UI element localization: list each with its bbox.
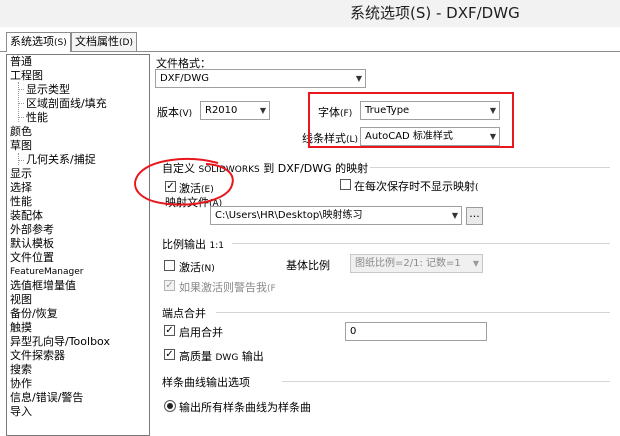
scale-output-group-line [232,243,610,244]
version-label-text: 版本 [157,106,179,119]
tree-item-general[interactable]: 普通 [10,55,32,69]
tree-item-hole-wizard-toolbox[interactable]: 异型孔向导/Toolbox [10,335,110,349]
merge-distance-input[interactable]: 0 [345,322,487,341]
endpoint-merge-group-title: 端点合并 [162,307,206,320]
chevron-down-icon: ▼ [355,74,362,83]
options-tree[interactable]: 普通 工程图 显示类型 区域剖面线/填充 性能 颜色 草图 几何关系/捕捉 显示… [6,54,150,436]
red-annotation-circle [134,158,234,206]
mapping-group-line [370,167,610,168]
tree-item-relations-snaps[interactable]: 几何关系/捕捉 [26,153,96,167]
title-bar: 系统选项(S) - DXF/DWG [0,0,620,27]
map-file-value: C:\Users\HR\Desktop\映射练习 [215,210,363,221]
base-scale-label: 基体比例 [286,259,330,272]
tree-item-external-references[interactable]: 外部参考 [10,223,54,237]
tab-system-options[interactable]: 系统选项(S) [6,32,71,52]
scale-activate-text: 激活 [179,261,201,274]
tree-item-featuremanager[interactable]: FeatureManager [10,265,83,279]
tree-item-drawing-performance[interactable]: 性能 [26,111,48,125]
tree-item-file-locations[interactable]: 文件位置 [10,251,54,265]
no-show-mapping-label: 在每次保存时不显示映射( [354,178,479,194]
tree-item-colors[interactable]: 颜色 [10,125,32,139]
no-show-mapping-accel: ( [475,183,479,193]
no-show-mapping-text: 在每次保存时不显示映射 [354,180,475,193]
tree-connector [18,103,24,104]
spline-output-all-radio[interactable] [164,400,176,412]
tree-item-selection[interactable]: 选择 [10,181,32,195]
scale-activate-checkbox[interactable] [164,260,175,271]
no-show-mapping-checkbox[interactable] [340,179,351,190]
scale-output-ratio: 1:1 [209,241,224,251]
scale-warn-checkbox[interactable]: ✓ [164,280,175,291]
high-quality-dwg-label: 高质量 DWG 输出 [179,348,264,364]
mapping-title-rest: 到 DXF/DWG 的映射 [263,162,369,175]
tree-item-search[interactable]: 搜索 [10,363,32,377]
window-title: 系统选项(S) - DXF/DWG [350,4,520,22]
tree-item-collaboration[interactable]: 协作 [10,377,32,391]
hq-label-rest: 输出 [241,350,264,363]
tree-item-messages-errors-warnings[interactable]: 信息/错误/警告 [10,391,83,405]
tree-connector [18,160,24,161]
tree-connector [18,153,19,165]
tab-document-properties[interactable]: 文档属性(D) [71,32,137,51]
scale-output-title: 比例输出 [162,238,206,251]
tree-item-display-style[interactable]: 显示类型 [26,83,70,97]
hq-label-brand: DWG [215,353,239,363]
version-select[interactable]: R2010 ▼ [200,101,270,120]
tree-item-display[interactable]: 显示 [10,167,32,181]
file-format-select[interactable]: DXF/DWG ▼ [155,69,366,88]
tree-item-file-explorer[interactable]: 文件探索器 [10,349,65,363]
chevron-down-icon: ▼ [259,106,266,115]
high-quality-dwg-checkbox[interactable]: ✓ [164,349,175,360]
scale-activate-accel: (N) [201,264,215,274]
base-scale-value: 图纸比例=2/1: 记数=1 [355,258,461,269]
map-file-select[interactable]: C:\Users\HR\Desktop\映射练习 ▼ [210,206,462,225]
endpoint-merge-group-line [216,312,610,313]
tree-item-performance[interactable]: 性能 [10,195,32,209]
browse-map-file-button[interactable]: ... [466,207,483,225]
tree-item-default-templates[interactable]: 默认模板 [10,237,54,251]
tab-system-options-label: 系统选项 [10,35,54,48]
tree-item-view[interactable]: 视图 [10,293,32,307]
chevron-down-icon: ▼ [451,211,458,220]
file-format-value: DXF/DWG [160,73,210,84]
tree-connector [18,82,19,122]
version-label: 版本(V) [157,104,192,120]
spline-output-all-label: 输出所有样条曲线为样条曲 [179,401,311,414]
scale-output-group-title: 比例输出 1:1 [162,236,224,252]
tab-frame-line [0,51,620,52]
tree-item-drawings[interactable]: 工程图 [10,69,43,83]
scale-warn-accel: (F [267,284,276,294]
spline-output-group-title: 样条曲线输出选项 [162,376,250,389]
hq-label-prefix: 高质量 [179,350,212,363]
tree-connector [18,89,24,90]
tree-item-sketch[interactable]: 草图 [10,139,32,153]
chevron-down-icon: ▼ [472,259,479,268]
tree-item-assemblies[interactable]: 装配体 [10,209,43,223]
enable-merge-label: 启用合并 [179,326,223,339]
base-scale-select[interactable]: 图纸比例=2/1: 记数=1 ▼ [350,254,483,273]
tree-item-backup-recover[interactable]: 备份/恢复 [10,307,58,321]
scale-activate-label: 激活(N) [179,259,215,275]
tab-document-properties-label: 文档属性 [75,35,119,48]
tree-item-spin-box-increments[interactable]: 选值框增量值 [10,279,76,293]
version-label-accel: (V) [179,109,193,119]
scale-warn-text: 如果激活则警告我 [179,281,267,294]
enable-merge-checkbox[interactable]: ✓ [164,325,175,336]
version-value: R2010 [205,105,238,116]
tree-connector [18,117,24,118]
spline-output-group-line [282,381,610,382]
scale-warn-label: 如果激活则警告我(F [179,279,276,295]
tree-item-import[interactable]: 导入 [10,405,32,419]
tab-system-options-accel: (S) [54,38,67,48]
tree-item-touch[interactable]: 触摸 [10,321,32,335]
red-annotation-rectangle [308,92,514,148]
tree-item-area-hatch[interactable]: 区域剖面线/填充 [26,97,107,111]
tab-document-properties-accel: (D) [119,38,133,48]
